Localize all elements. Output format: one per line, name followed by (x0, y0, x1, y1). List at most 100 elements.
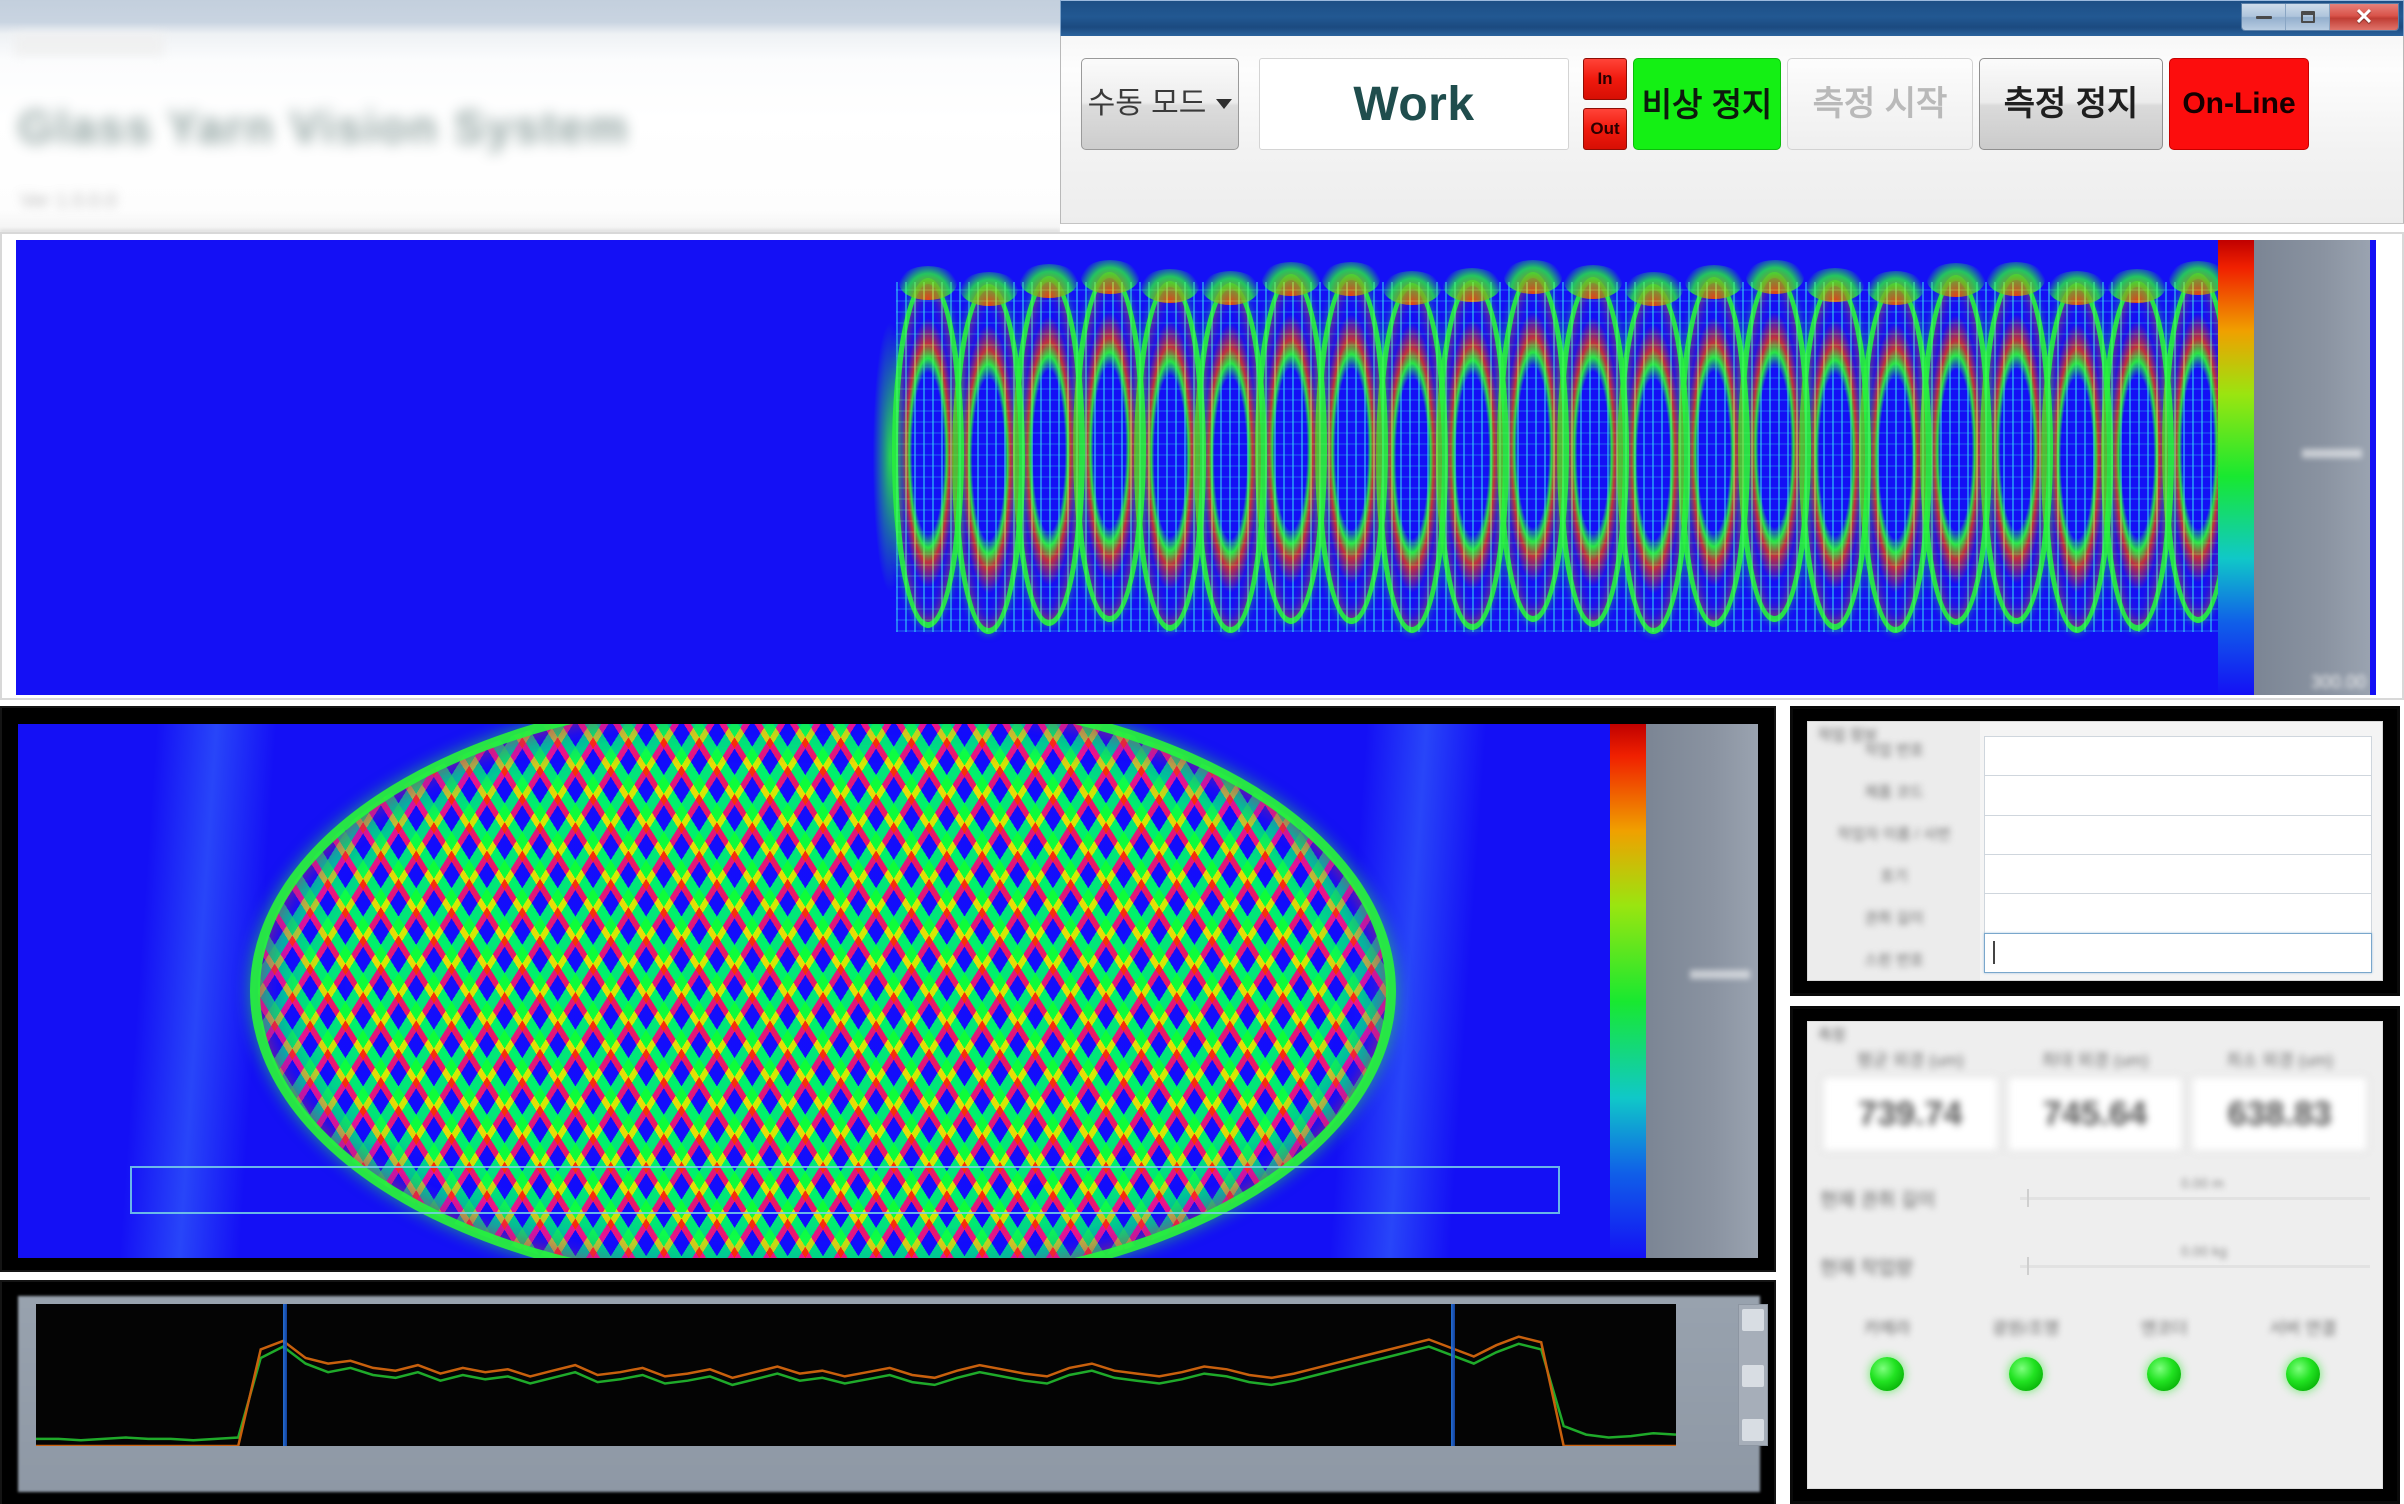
app-root: Glass Yarn Vision System Ver 1.0.0.0 ✕ 수… (0, 0, 2404, 1504)
meter-label: 현재 권취 길이 (1820, 1189, 1936, 1211)
chart-cursor-end[interactable] (1451, 1304, 1456, 1446)
chart-series-line (36, 1342, 1676, 1442)
stop-measure-button[interactable]: 측정 정지 (1979, 58, 2163, 150)
led-icon (2008, 1357, 2043, 1391)
in-indicator-label: In (1597, 69, 1613, 88)
thread-coil-group (870, 260, 2252, 644)
result-header: 평균 외경 (um) (1856, 1051, 1964, 1070)
meter-winding-length: 현재 권취 길이 0.00 m (1820, 1170, 2370, 1226)
job-field-input[interactable] (1984, 853, 2372, 895)
result-value-avg: 739.74 (1822, 1076, 1999, 1152)
start-measure-button[interactable]: 측정 시작 (1787, 58, 1973, 150)
window-titlebar[interactable]: ✕ (1060, 0, 2404, 36)
meter-tick (2027, 1188, 2029, 1207)
job-field-label: 제품 코드 (1864, 783, 1924, 801)
colorbar-max-label: 300.00 (2310, 672, 2366, 692)
chart-cursor-start[interactable] (283, 1304, 288, 1446)
colorbar-scale (1646, 724, 1758, 1258)
background-window-title: Glass Yarn Vision System (18, 101, 630, 153)
job-info-inputs (1980, 722, 2382, 980)
inout-indicator-group: In Out (1583, 58, 1627, 150)
close-button[interactable]: ✕ (2330, 4, 2398, 30)
window-controls: ✕ (2241, 3, 2399, 31)
main-colorbar (1610, 724, 1758, 1258)
minimize-button[interactable] (2242, 4, 2286, 30)
measurement-status-panel: 측정 평균 외경 (um) 최대 외경 (um) 최소 외경 (um) 739.… (1790, 1006, 2400, 1504)
trend-chart-traces (36, 1335, 1676, 1446)
out-indicator: Out (1583, 108, 1627, 150)
job-info-panel: 작업 정보 작업 번호 제품 코드 작업자 이름 / 사번 호기 권취 길이 스… (1790, 706, 2400, 996)
colorbar-gradient (1610, 724, 1646, 1258)
thread-texture (896, 282, 2226, 632)
job-info-group: 작업 정보 작업 번호 제품 코드 작업자 이름 / 사번 호기 권취 길이 스… (1807, 721, 2383, 981)
job-field-label: 작업자 이름 / 사번 (1837, 825, 1951, 843)
main-window: ✕ 수동 모드 Work In Out 비상 정지 측정 시작 측정 정지 On… (1060, 0, 2404, 224)
status-indicator-light: 광원/조명 (1957, 1314, 2096, 1434)
result-values: 739.74 745.64 638.83 (1818, 1076, 2372, 1152)
colorbar-tick (1690, 969, 1750, 979)
roi-rectangle[interactable] (130, 1166, 1560, 1214)
stop-measure-label: 측정 정지 (2003, 85, 2139, 123)
job-field-input-focused[interactable] (1984, 932, 2372, 973)
toolbar-row: 수동 모드 Work In Out 비상 정지 측정 시작 측정 정지 On-L… (1081, 58, 2309, 150)
online-status-button[interactable]: On-Line (2169, 58, 2309, 150)
work-status-text: Work (1353, 77, 1475, 131)
scroll-up-arrow[interactable] (1742, 1309, 1764, 1331)
job-info-labels: 작업 번호 제품 코드 작업자 이름 / 사번 호기 권취 길이 스핀 번호 (1808, 722, 1980, 980)
job-field-input[interactable] (1984, 814, 2372, 855)
work-status-display: Work (1259, 58, 1569, 150)
chart-series-line (36, 1335, 1676, 1446)
result-value-min: 638.83 (2191, 1076, 2369, 1152)
status-indicator-encoder: 엔코더 (2095, 1314, 2234, 1434)
main-thermal-panel (0, 706, 1776, 1272)
job-field-label: 작업 번호 (1864, 741, 1924, 759)
status-indicator-server: 서버 연결 (2234, 1314, 2373, 1434)
scroll-thumb[interactable] (1742, 1365, 1764, 1387)
online-status-label: On-Line (2182, 87, 2296, 120)
indicator-label: 엔코더 (2140, 1319, 2188, 1338)
meter-track: 0.00 m (2020, 1175, 2370, 1207)
background-window-subtitle: Ver 1.0.0.0 (20, 190, 117, 212)
background-menubar (14, 34, 164, 56)
result-headers: 평균 외경 (um) 최대 외경 (um) 최소 외경 (um) (1818, 1046, 2372, 1074)
minimize-icon (2255, 15, 2272, 19)
result-value-max: 745.64 (2006, 1076, 2184, 1152)
job-field-input[interactable] (1984, 775, 2372, 816)
indicator-label: 서버 연결 (2269, 1319, 2337, 1338)
result-header: 최소 외경 (um) (2226, 1051, 2334, 1070)
job-field-label: 권취 길이 (1864, 909, 1924, 927)
start-measure-label: 측정 시작 (1812, 85, 1948, 123)
indicator-label: 카메라 (1863, 1319, 1911, 1338)
meter-label: 현재 작업량 (1820, 1257, 1913, 1279)
chart-scrollbar[interactable] (1738, 1304, 1768, 1446)
meter-track: 0.00 kg (2020, 1243, 2370, 1275)
wide-thermal-view[interactable]: 300.00 (16, 240, 2376, 695)
restore-icon (2300, 11, 2315, 23)
indicator-label: 광원/조명 (1992, 1319, 2060, 1338)
scroll-down-arrow[interactable] (1742, 1419, 1764, 1441)
led-icon (2285, 1357, 2320, 1391)
meter-value-label: 0.00 kg (2181, 1242, 2227, 1259)
job-field-input[interactable] (1984, 893, 2372, 934)
close-icon: ✕ (2354, 4, 2374, 29)
mode-dropdown-label: 수동 모드 (1087, 87, 1207, 120)
colorbar-gradient (2218, 240, 2254, 695)
meter-work-amount: 현재 작업량 0.00 kg (1820, 1238, 2370, 1294)
status-indicator-camera: 카메라 (1818, 1314, 1957, 1434)
emergency-stop-label: 비상 정지 (1641, 85, 1773, 123)
measurement-legend: 측정 (1818, 1027, 1846, 1044)
main-thermal-view[interactable] (18, 724, 1612, 1258)
job-field-label: 스핀 번호 (1864, 951, 1924, 969)
chevron-down-icon (1216, 99, 1233, 109)
status-indicator-group: 카메라 광원/조명 엔코더 서버 연결 (1818, 1314, 2372, 1434)
job-field-label: 호기 (1880, 867, 1908, 885)
trend-chart[interactable] (36, 1304, 1676, 1446)
meter-tick (2027, 1256, 2029, 1275)
mode-dropdown-button[interactable]: 수동 모드 (1081, 58, 1239, 150)
restore-button[interactable] (2286, 4, 2330, 30)
measurement-group: 측정 평균 외경 (um) 최대 외경 (um) 최소 외경 (um) 739.… (1807, 1021, 2383, 1489)
emergency-stop-button[interactable]: 비상 정지 (1633, 58, 1781, 150)
top-colorbar: 300.00 (2218, 240, 2370, 695)
colorbar-scale: 300.00 (2254, 240, 2370, 695)
job-field-input[interactable] (1984, 736, 2372, 777)
